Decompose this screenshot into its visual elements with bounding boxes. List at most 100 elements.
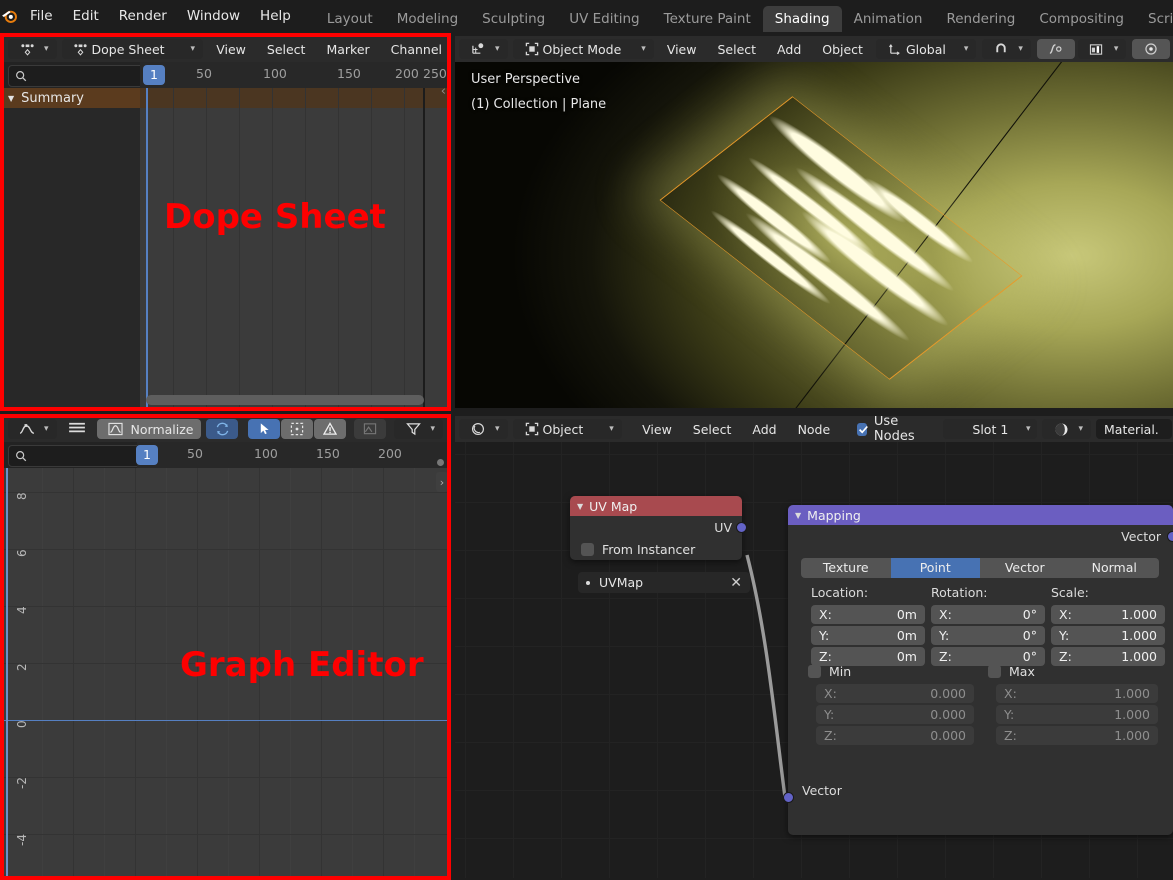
graph-current-frame-badge[interactable]: 1 [136,445,158,465]
mapping-node-header[interactable]: ▼ Mapping [788,505,1173,525]
mapping-tab-vector[interactable]: Vector [980,558,1070,578]
mapping-min-toggle[interactable]: Min [808,664,978,679]
shader-menu-view[interactable]: View [634,419,680,439]
dope-menu-view[interactable]: View [208,39,254,59]
mapping-tab-normal[interactable]: Normal [1070,558,1160,578]
from-instancer-toggle[interactable]: From Instancer [581,542,695,557]
mapping-output-socket[interactable] [1167,531,1173,542]
graph-editor-curve-area[interactable]: 8 6 4 2 0 -2 -4 [2,459,449,878]
uv-map-node-header[interactable]: ▼ UV Map [570,496,742,516]
mapping-min-y[interactable]: Y: 0.000 [816,705,974,724]
viewport-menu-object[interactable]: Object [814,39,871,59]
material-browse-dropdown[interactable]: ▾ [1042,419,1092,439]
dope-menu-channel[interactable]: Channel [383,39,449,59]
graph-editor-ruler[interactable]: 1 50 100 150 200 [136,442,449,468]
workspace-tab-uv-editing[interactable]: UV Editing [557,6,651,32]
menu-help[interactable]: Help [250,0,301,32]
error-display-button[interactable] [314,419,347,439]
menu-edit[interactable]: Edit [63,0,109,32]
viewport-editor-type-button[interactable]: ▾ [459,39,508,59]
workspace-tab-compositing[interactable]: Compositing [1027,6,1136,32]
uv-map-node[interactable]: ▼ UV Map UV From Instancer UVMap ✕ [570,496,750,593]
mapping-max-toggle[interactable]: Max [988,664,1163,679]
mapping-location-y[interactable]: Y: 0m [811,626,925,645]
handles-display-button[interactable] [281,419,314,439]
triangle-down-icon[interactable]: ▼ [795,511,801,520]
shader-node-canvas[interactable]: ▼ UV Map UV From Instancer UVMap ✕ ▼ Map… [455,442,1173,878]
mapping-min-x[interactable]: X: 0.000 [816,684,974,703]
workspace-tab-shading[interactable]: Shading [762,6,842,32]
proportional-editing-button[interactable] [1036,39,1075,59]
normalize-toggle-button[interactable]: Normalize [96,419,202,439]
use-nodes-toggle[interactable]: Use Nodes [856,416,930,444]
dope-menu-select[interactable]: Select [259,39,314,59]
auto-normalize-refresh-button[interactable] [206,419,239,439]
dope-playhead[interactable] [146,88,148,408]
filter-dropdown-button[interactable]: ▾ [394,419,444,439]
3d-viewport-canvas[interactable]: User Perspective (1) Collection | Plane [455,62,1173,408]
graph-editor-type-button[interactable]: ▾ [8,419,57,439]
graph-search-field[interactable] [31,448,135,464]
graph-search-input[interactable] [8,445,144,467]
graph-menu-button[interactable] [62,419,92,439]
min-checkbox[interactable] [808,665,821,678]
mapping-min-z[interactable]: Z: 0.000 [816,726,974,745]
shader-menu-add[interactable]: Add [744,419,784,439]
pointer-select-button[interactable] [248,419,281,439]
viewport-menu-add[interactable]: Add [769,39,809,59]
dope-channel-summary[interactable]: ▼ Summary [2,88,146,108]
shader-type-dropdown[interactable]: Object ▾ [512,419,622,439]
blender-logo-icon[interactable] [0,0,20,32]
shader-editor-type-button[interactable]: ▾ [459,419,508,439]
dope-sheet-keyframe-area[interactable] [140,88,449,408]
graph-scroll-handle[interactable] [437,459,444,466]
mapping-rotation-y[interactable]: Y: 0° [931,626,1045,645]
mapping-scale-x[interactable]: X: 1.000 [1051,605,1165,624]
workspace-tab-texture-paint[interactable]: Texture Paint [652,6,763,32]
workspace-tab-modeling[interactable]: Modeling [385,6,470,32]
mapping-scale-y[interactable]: Y: 1.000 [1051,626,1165,645]
mapping-tab-texture[interactable]: Texture [801,558,891,578]
transform-orientation-dropdown[interactable]: Global ▾ [875,39,977,59]
mapping-vector-type-tabs[interactable]: Texture Point Vector Normal [801,558,1159,578]
mapping-max-x[interactable]: X: 1.000 [996,684,1158,703]
workspace-tab-rendering[interactable]: Rendering [934,6,1027,32]
proportional-editing-dropdown[interactable]: ▾ [448,419,449,439]
mapping-tab-point[interactable]: Point [890,558,980,578]
dope-search-input[interactable] [8,65,144,87]
x-icon[interactable]: ✕ [730,575,742,591]
workspace-tab-animation[interactable]: Animation [842,6,935,32]
snap-magnet-button[interactable]: ▾ [982,39,1031,59]
menu-file[interactable]: File [20,0,63,32]
max-checkbox[interactable] [988,665,1001,678]
dope-region-toggle-icon[interactable]: ‹ [441,84,446,99]
plane-object[interactable] [659,96,1023,380]
mapping-input-socket[interactable] [783,792,794,803]
menu-window[interactable]: Window [177,0,250,32]
dope-sheet-editor-type-button[interactable]: ▾ [8,39,57,59]
workspace-tab-scripting[interactable]: Scripting [1136,6,1173,32]
ghost-curves-button[interactable] [354,419,387,439]
use-nodes-checkbox[interactable] [856,422,868,436]
workspace-tab-layout[interactable]: Layout [315,6,385,32]
material-slot-dropdown[interactable]: Slot 1 ▾ [943,419,1038,439]
mapping-rotation-x[interactable]: X: 0° [931,605,1045,624]
dope-search-field[interactable] [31,68,135,84]
dope-menu-marker[interactable]: Marker [318,39,377,59]
uv-map-output-socket[interactable] [736,522,747,533]
mapping-max-z[interactable]: Z: 1.000 [996,726,1158,745]
material-name-field[interactable]: Material. [1096,419,1173,439]
dope-sheet-timeline-ruler[interactable]: 1 50 100 150 200 250 [140,62,449,88]
dope-summary-keyframe-row[interactable] [140,88,449,108]
object-mode-dropdown[interactable]: Object Mode ▾ [512,39,654,59]
dope-horizontal-scrollbar[interactable] [146,395,424,405]
workspace-tab-sculpting[interactable]: Sculpting [470,6,557,32]
graph-playhead[interactable] [6,468,8,878]
menu-render[interactable]: Render [109,0,177,32]
snapping-target-dropdown[interactable]: ▾ [1077,39,1127,59]
dope-current-frame-badge[interactable]: 1 [143,65,165,85]
dope-sheet-mode-dropdown[interactable]: Dope Sheet ▾ [61,39,204,59]
graph-region-toggle-icon[interactable]: › [436,472,448,492]
mapping-location-x[interactable]: X: 0m [811,605,925,624]
overlay-toggle-button[interactable] [1132,39,1171,59]
